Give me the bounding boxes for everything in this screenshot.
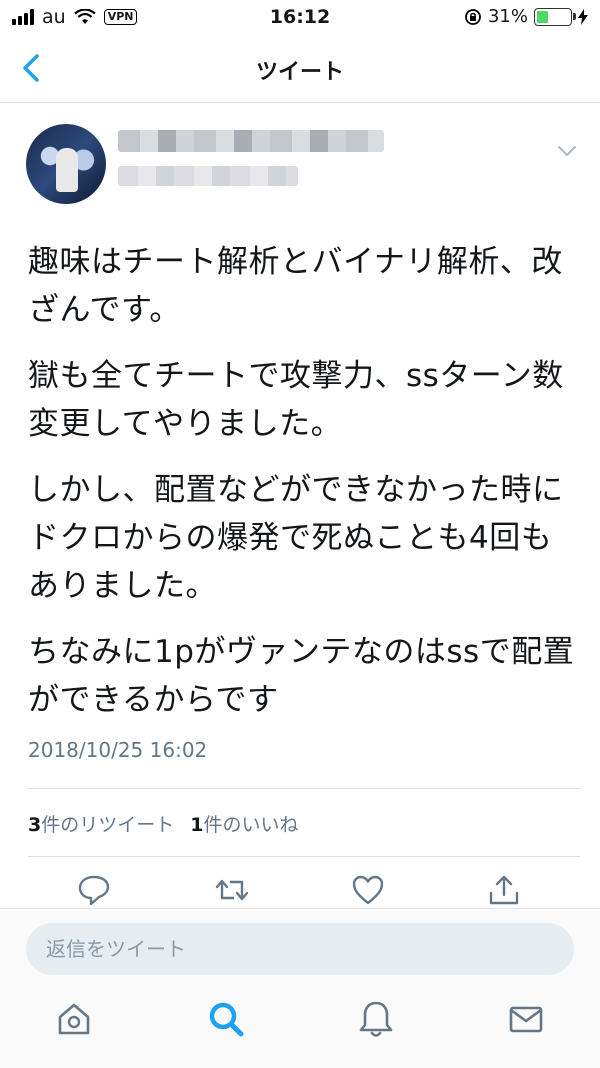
retweet-stat[interactable]: 3件のリツイート <box>28 810 174 837</box>
chevron-down-icon[interactable] <box>556 140 578 162</box>
battery-percent: 31% <box>487 6 528 27</box>
search-icon[interactable] <box>206 999 246 1039</box>
status-bar: au VPN 16:12 31% <box>0 0 600 36</box>
home-icon[interactable] <box>54 999 94 1039</box>
rotation-lock-icon <box>465 8 481 25</box>
share-icon[interactable] <box>486 872 522 908</box>
tweet-paragraph: ちなみに1pがヴァンテなのはssで配置ができるからです <box>28 634 575 718</box>
tweet-paragraph: 趣味はチート解析とバイナリ解析、改ざんです。 <box>28 244 563 328</box>
divider <box>28 788 580 789</box>
like-stat[interactable]: 1件のいいね <box>190 810 298 837</box>
page-title: ツイート <box>255 60 344 85</box>
tweet-actions <box>0 872 600 912</box>
tab-bar <box>0 999 600 1049</box>
reply-input[interactable]: 返信をツイート <box>26 923 574 975</box>
avatar[interactable] <box>26 124 106 204</box>
notifications-icon[interactable] <box>356 999 396 1039</box>
like-count: 1 <box>190 814 204 836</box>
tweet-paragraph: 獄も全てチートで攻撃力、ssターン数変更してやりました。 <box>28 358 564 442</box>
reply-icon[interactable] <box>76 872 112 908</box>
battery-icon <box>534 7 576 26</box>
status-right: 31% <box>464 6 588 27</box>
reply-bar: 返信をツイート <box>0 908 600 1068</box>
messages-icon[interactable] <box>506 999 546 1039</box>
retweet-count: 3 <box>28 814 42 836</box>
tweet-timestamp: 2018/10/25 16:02 <box>28 738 208 762</box>
retweet-icon[interactable] <box>214 872 250 908</box>
like-icon[interactable] <box>350 872 386 908</box>
display-name-redacted[interactable] <box>118 130 384 152</box>
charging-icon <box>578 8 588 25</box>
like-label: 件のいいね <box>203 814 299 836</box>
tweet-stats: 3件のリツイート 1件のいいね <box>28 810 299 837</box>
nav-bar: ツイート <box>0 36 600 103</box>
tweet-text: 趣味はチート解析とバイナリ解析、改ざんです。 獄も全てチートで攻撃力、ssターン… <box>28 238 576 742</box>
username-redacted[interactable] <box>118 166 298 186</box>
tweet-paragraph: しかし、配置などができなかった時にドクロからの爆発で死ぬことも4回もありました。 <box>28 472 564 604</box>
retweet-label: 件のリツイート <box>41 814 175 836</box>
divider <box>28 856 580 857</box>
